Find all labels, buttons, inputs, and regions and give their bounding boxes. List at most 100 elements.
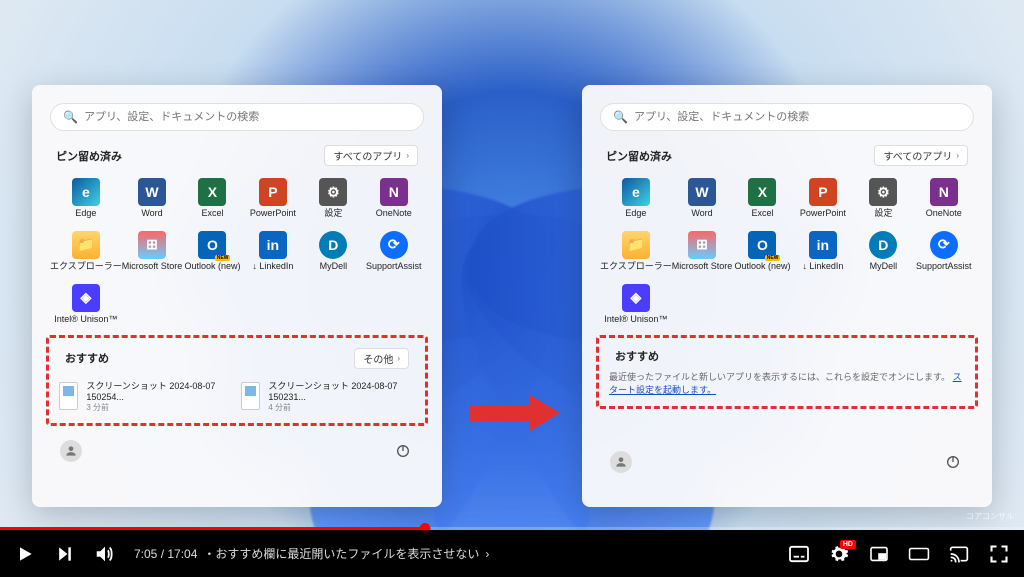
app-tile[interactable]: P PowerPoint — [243, 174, 303, 223]
ic-mydell-icon: D — [869, 231, 897, 259]
ic-unison-icon: ◈ — [622, 284, 650, 312]
user-avatar[interactable] — [60, 440, 82, 462]
recommend-item-time: 3 分前 — [86, 402, 233, 413]
red-arrow-icon — [470, 395, 570, 431]
app-tile[interactable]: D MyDell — [853, 227, 913, 276]
app-label: OneNote — [376, 209, 412, 219]
all-apps-button[interactable]: すべてのアプリ› — [874, 145, 968, 166]
search-icon: 🔍 — [63, 110, 78, 124]
recommend-title: おすすめ — [65, 350, 109, 366]
app-tile[interactable]: e Edge — [50, 174, 122, 223]
ic-edge-icon: e — [622, 178, 650, 206]
chapter-title[interactable]: ・おすすめ欄に最近開いたファイルを表示させない — [203, 545, 479, 562]
ic-word-icon: W — [138, 178, 166, 206]
app-label: SupportAssist — [366, 262, 422, 272]
settings-button[interactable]: HD — [828, 543, 850, 565]
ic-store-icon: ⊞ — [688, 231, 716, 259]
app-tile[interactable]: ⚙ 設定 — [853, 174, 913, 223]
recommend-empty-text: 最近使ったファイルと新しいアプリを表示するには、これらを設定でオンにします。 ス… — [609, 370, 965, 396]
chevron-right-icon: › — [397, 354, 400, 363]
ic-edge-icon: e — [72, 178, 100, 206]
ic-settings-icon: ⚙ — [869, 178, 897, 206]
app-label: 設定 — [874, 209, 892, 219]
next-button[interactable] — [54, 543, 76, 565]
file-thumb-icon — [59, 382, 78, 410]
app-tile[interactable]: in↓ LinkedIn — [793, 227, 853, 276]
app-tile[interactable]: XExcel — [182, 174, 242, 223]
app-tile[interactable]: ◈Intel® Unison™ — [50, 280, 122, 329]
app-tile[interactable]: ⊞ Microsoft Store — [672, 227, 733, 276]
app-tile[interactable]: XExcel — [732, 174, 792, 223]
app-tile[interactable]: 📁エクスプローラー — [600, 227, 672, 276]
ic-word-icon: W — [688, 178, 716, 206]
ic-unison-icon: ◈ — [72, 284, 100, 312]
app-label: PowerPoint — [250, 209, 296, 219]
play-button[interactable] — [14, 543, 36, 565]
recommend-box-after: おすすめ 最近使ったファイルと新しいアプリを表示するには、これらを設定でオンにし… — [596, 335, 978, 409]
pinned-title: ピン留め済み — [606, 148, 672, 164]
ic-mydell-icon: D — [319, 231, 347, 259]
app-tile[interactable]: O Outlook (new) — [732, 227, 792, 276]
ic-explorer-icon: 📁 — [622, 231, 650, 259]
all-apps-button[interactable]: すべてのアプリ› — [324, 145, 418, 166]
miniplayer-button[interactable] — [868, 543, 890, 565]
search-box[interactable]: 🔍 — [50, 103, 424, 131]
power-button[interactable] — [392, 440, 414, 462]
app-label: Microsoft Store — [672, 262, 733, 272]
chapter-chevron-icon[interactable]: › — [485, 547, 489, 561]
app-label: Outlook (new) — [734, 262, 790, 272]
app-label: ↓ LinkedIn — [252, 262, 293, 272]
volume-button[interactable] — [94, 543, 116, 565]
app-tile[interactable]: WWord — [672, 174, 733, 223]
search-input[interactable] — [634, 111, 961, 123]
ic-onenote-icon: N — [380, 178, 408, 206]
app-label: MyDell — [870, 262, 898, 272]
recommend-item-name: スクリーンショット 2024-08-07 150254... — [86, 379, 233, 402]
theater-button[interactable] — [908, 543, 930, 565]
app-label: Outlook (new) — [184, 262, 240, 272]
app-tile[interactable]: N OneNote — [364, 174, 424, 223]
search-input[interactable] — [84, 111, 411, 123]
recommend-item[interactable]: スクリーンショット 2024-08-07 150254...3 分前 — [59, 379, 233, 413]
ic-support-icon: ⟳ — [380, 231, 408, 259]
app-tile[interactable]: e Edge — [600, 174, 672, 223]
app-tile[interactable]: ⟳SupportAssist — [914, 227, 974, 276]
app-tile[interactable]: in↓ LinkedIn — [243, 227, 303, 276]
channel-watermark: コアコンサル — [966, 511, 1014, 522]
ic-outlook-icon: O — [748, 231, 776, 259]
app-tile[interactable]: PPowerPoint — [793, 174, 853, 223]
recommend-item[interactable]: スクリーンショット 2024-08-07 150231...4 分前 — [241, 379, 415, 413]
subtitles-button[interactable] — [788, 543, 810, 565]
app-label: SupportAssist — [916, 262, 972, 272]
ic-pp-icon: P — [259, 178, 287, 206]
app-tile[interactable]: ⊞Microsoft Store — [122, 227, 183, 276]
app-tile[interactable]: W Word — [122, 174, 183, 223]
app-tile[interactable]: ◈ Intel® Unison™ — [600, 280, 672, 329]
fullscreen-button[interactable] — [988, 543, 1010, 565]
app-tile[interactable]: NOneNote — [914, 174, 974, 223]
recommend-box-before: おすすめ その他› スクリーンショット 2024-08-07 150254...… — [46, 335, 428, 426]
app-label: ↓ LinkedIn — [802, 262, 843, 272]
recommend-item-time: 4 分前 — [268, 402, 415, 413]
app-label: 設定 — [324, 209, 342, 219]
app-tile[interactable]: ⚙設定 — [303, 174, 363, 223]
app-label: Word — [141, 209, 162, 219]
app-label: Intel® Unison™ — [604, 315, 667, 325]
user-avatar[interactable] — [610, 451, 632, 473]
app-label: Edge — [75, 209, 96, 219]
app-tile[interactable]: OOutlook (new) — [182, 227, 242, 276]
power-button[interactable] — [942, 451, 964, 473]
app-tile[interactable]: DMyDell — [303, 227, 363, 276]
pinned-apps-grid-right: e Edge WWordXExcelPPowerPoint ⚙ 設定 NOneNote 📁エ… — [600, 174, 974, 329]
search-icon: 🔍 — [613, 110, 628, 124]
search-box[interactable]: 🔍 — [600, 103, 974, 131]
cast-button[interactable] — [948, 543, 970, 565]
recommend-more-button[interactable]: その他› — [354, 348, 409, 369]
app-tile[interactable]: 📁エクスプローラー — [50, 227, 122, 276]
chevron-right-icon: › — [956, 151, 959, 160]
app-tile[interactable]: ⟳ SupportAssist — [364, 227, 424, 276]
recommend-items: スクリーンショット 2024-08-07 150254...3 分前 スクリーン… — [59, 379, 415, 413]
app-label: Edge — [625, 209, 646, 219]
app-label: PowerPoint — [800, 209, 846, 219]
pinned-title: ピン留め済み — [56, 148, 122, 164]
